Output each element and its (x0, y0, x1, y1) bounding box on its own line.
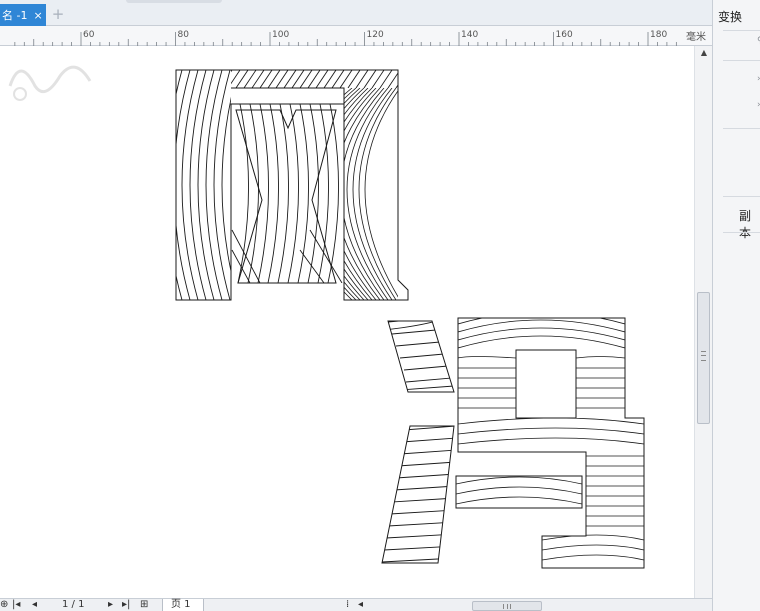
ruler-label: 60 (83, 30, 95, 40)
docker-divider (723, 60, 760, 61)
artwork (175, 69, 645, 569)
ruler-label: 160 (556, 30, 573, 40)
page-tab[interactable]: 页 1 (162, 599, 204, 611)
copies-label: 副本 (739, 209, 752, 240)
docker-divider (723, 30, 760, 31)
horizontal-ruler[interactable]: 60 80 100 120 140 160 180 毫米 (0, 26, 712, 46)
app-window: 名 -1 × + 60 80 100 120 140 160 180 毫米 ▲ … (0, 0, 760, 611)
vertical-scroll-thumb[interactable] (697, 292, 710, 424)
drawing-canvas[interactable] (0, 46, 694, 598)
ruler-label: 100 (272, 30, 289, 40)
horizontal-scroll-thumb[interactable] (472, 601, 542, 611)
toolbar-edge (126, 0, 222, 3)
last-page-icon[interactable]: ▸| (122, 599, 130, 611)
grip-icon (503, 604, 511, 609)
docker-title: 变换 (718, 10, 743, 24)
ruler-ticks: 60 80 100 120 140 160 180 (14, 30, 677, 46)
first-page-icon[interactable]: |◂ (12, 599, 20, 611)
add-page-end-icon[interactable]: ⊞ (140, 599, 148, 611)
scroll-left-icon[interactable]: ◂ (358, 599, 363, 611)
close-icon[interactable]: × (33, 9, 42, 22)
ruler-label: 120 (367, 30, 384, 40)
ruler-label: 80 (178, 30, 190, 40)
prev-page-icon[interactable]: ◂ (32, 599, 37, 611)
docker-divider (723, 232, 760, 233)
document-tab[interactable]: 名 -1 × (0, 4, 46, 26)
grip-icon (701, 351, 706, 361)
page-tab-label: 页 1 (171, 599, 191, 610)
vertical-scrollbar[interactable]: ▲ (694, 46, 712, 598)
transform-docker: 变换 ⚲ › › 副本 (712, 0, 760, 611)
ruler-label: 180 (650, 30, 667, 40)
add-tab-icon[interactable]: + (50, 6, 66, 22)
document-tab-label: 名 -1 (2, 9, 28, 22)
document-tab-bar: 名 -1 × + (0, 0, 712, 26)
docker-divider (723, 128, 760, 129)
watermark (8, 65, 92, 101)
add-page-icon[interactable]: ⊕ (0, 599, 8, 611)
next-page-icon[interactable]: ▸ (108, 599, 113, 611)
docker-divider (723, 196, 760, 197)
page-count: 1 / 1 (62, 599, 85, 610)
page-navigator-bar: ⊕ |◂ ◂ 1 / 1 ▸ ▸| ⊞ 页 1 ⁞ ◂ (0, 598, 712, 611)
ruler-label: 140 (461, 30, 478, 40)
scroll-left-divider: ⁞ (346, 599, 350, 610)
ruler-unit: 毫米 (686, 32, 706, 43)
scroll-up-icon[interactable]: ▲ (695, 46, 713, 60)
